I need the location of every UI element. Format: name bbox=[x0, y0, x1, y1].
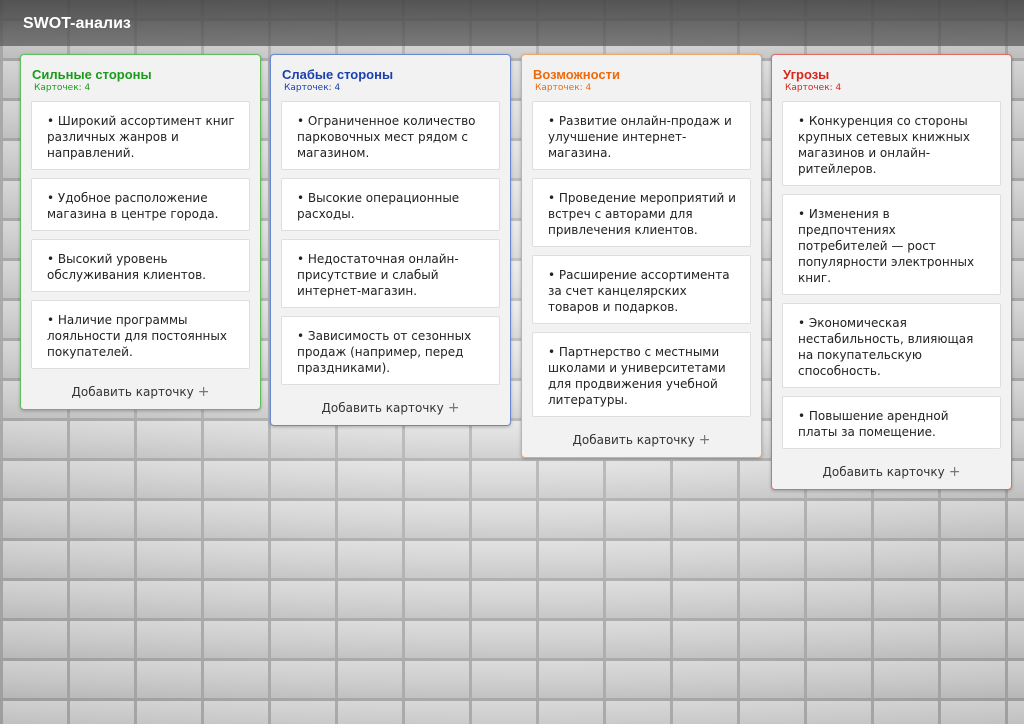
column-opportunities: Возможности Карточек: 4 • Развитие онлайн-… bbox=[521, 54, 762, 458]
swot-card[interactable]: • Партнерство с местными школами и униве… bbox=[532, 332, 751, 417]
swot-card[interactable]: • Высокие операционные расходы. bbox=[281, 178, 500, 231]
swot-card[interactable]: • Экономическая нестабильность, влияющая… bbox=[782, 303, 1001, 388]
swot-card[interactable]: • Наличие программы лояльности для посто… bbox=[31, 300, 250, 369]
swot-card[interactable]: • Удобное расположение магазина в центре… bbox=[31, 178, 250, 231]
column-title[interactable]: Возможности bbox=[533, 67, 751, 82]
swot-card[interactable]: • Высокий уровень обслуживания клиентов. bbox=[31, 239, 250, 292]
swot-card[interactable]: • Зависимость от сезонных продаж (наприм… bbox=[281, 316, 500, 385]
card-list: • Широкий ассортимент книг различных жан… bbox=[31, 101, 250, 369]
add-card-label: Добавить карточку bbox=[822, 465, 945, 479]
card-count: Карточек: 4 bbox=[284, 83, 341, 93]
column-title[interactable]: Сильные стороны bbox=[32, 67, 250, 82]
add-card-button[interactable]: Добавить карточку + bbox=[782, 457, 1001, 489]
swot-card[interactable]: • Изменения в предпочтениях потребителей… bbox=[782, 194, 1001, 295]
swot-card[interactable]: • Повышение арендной платы за помещение. bbox=[782, 396, 1001, 449]
column-threats: Угрозы Карточек: 4 • Конкуренция со сторон… bbox=[771, 54, 1012, 490]
swot-card[interactable]: • Проведение мероприятий и встреч с авто… bbox=[532, 178, 751, 247]
swot-card[interactable]: • Широкий ассортимент книг различных жан… bbox=[31, 101, 250, 170]
app-header: SWOT-анализ bbox=[0, 0, 1024, 46]
plus-icon: + bbox=[197, 384, 210, 400]
plus-icon: + bbox=[948, 464, 961, 480]
column-title[interactable]: Слабые стороны bbox=[282, 67, 500, 82]
card-list: • Конкуренция со стороны крупных сетевых… bbox=[782, 101, 1001, 449]
add-card-button[interactable]: Добавить карточку + bbox=[31, 377, 250, 409]
column-strengths: Сильные стороны Карточек: 4 • Широкий ассо… bbox=[20, 54, 261, 410]
add-card-label: Добавить карточку bbox=[71, 385, 194, 399]
column-title[interactable]: Угрозы bbox=[783, 67, 1001, 82]
add-card-button[interactable]: Добавить карточку + bbox=[532, 425, 751, 457]
swot-card[interactable]: • Расширение ассортимента за счет канцел… bbox=[532, 255, 751, 324]
card-list: • Развитие онлайн-продаж и улучшение инт… bbox=[532, 101, 751, 417]
card-list: • Ограниченное количество парковочных ме… bbox=[281, 101, 500, 385]
swot-card[interactable]: • Конкуренция со стороны крупных сетевых… bbox=[782, 101, 1001, 186]
app-title: SWOT-анализ bbox=[23, 15, 131, 32]
plus-icon: + bbox=[447, 400, 460, 416]
card-count: Карточек: 4 bbox=[785, 83, 842, 93]
card-count: Карточек: 4 bbox=[535, 83, 592, 93]
swot-card[interactable]: • Развитие онлайн-продаж и улучшение инт… bbox=[532, 101, 751, 170]
card-count: Карточек: 4 bbox=[34, 83, 91, 93]
plus-icon: + bbox=[698, 432, 711, 448]
column-weaknesses: Слабые стороны Карточек: 4 • Ограниченное … bbox=[270, 54, 511, 426]
add-card-label: Добавить карточку bbox=[572, 433, 695, 447]
add-card-label: Добавить карточку bbox=[321, 401, 444, 415]
add-card-button[interactable]: Добавить карточку + bbox=[281, 393, 500, 425]
swot-card[interactable]: • Ограниченное количество парковочных ме… bbox=[281, 101, 500, 170]
swot-card[interactable]: • Недостаточная онлайн-присутствие и сла… bbox=[281, 239, 500, 308]
